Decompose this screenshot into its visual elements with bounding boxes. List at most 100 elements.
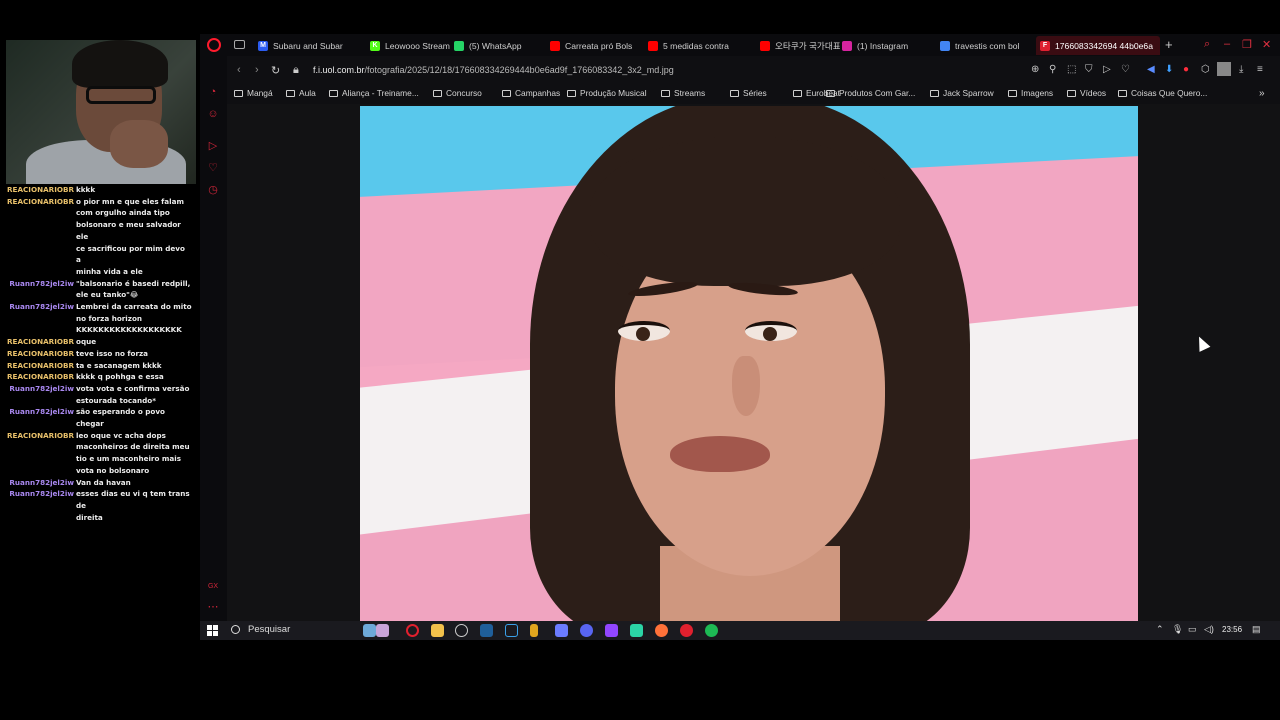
tab-bar: M Subaru and Subar K Leowooo Stream (5) What… xyxy=(200,34,1280,56)
zoom-icon[interactable]: ⊕ xyxy=(1031,64,1039,75)
minimize-button[interactable]: – xyxy=(1224,38,1230,50)
browser-tab[interactable]: travestis com bol xyxy=(940,36,1030,55)
mic-icon[interactable]: 🎙︎ xyxy=(1172,624,1183,635)
browser-tab[interactable]: (5) WhatsApp xyxy=(454,36,534,55)
browser-tab[interactable]: (1) Instagram xyxy=(842,36,932,55)
taskbar-clock[interactable]: 23:56 xyxy=(1222,625,1242,634)
K-icon: K xyxy=(370,40,380,51)
browser-tab[interactable]: F 1766083342694 44b0e6a xyxy=(1036,36,1160,55)
chat-username: REACIONARIOBR xyxy=(7,430,74,440)
extensions-icon[interactable]: ⬡ xyxy=(1201,64,1210,75)
folder-icon xyxy=(567,89,576,97)
bookmark-folder[interactable]: Aula xyxy=(286,88,316,98)
chat-text: kkkk q pohhga e essa xyxy=(76,372,164,382)
chat-message: Ruann782jel2iw são esperando o povo chega… xyxy=(0,406,200,429)
history-icon[interactable]: ◷ xyxy=(207,184,219,196)
media-player-icon[interactable] xyxy=(455,624,468,637)
pin-icon[interactable]: ⚲ xyxy=(1049,64,1056,75)
folder-icon xyxy=(1118,89,1127,97)
reload-icon[interactable]: ↻ xyxy=(271,64,280,77)
tray-chevron-icon[interactable]: ⌃ xyxy=(1156,624,1164,635)
tab-islands-icon[interactable] xyxy=(234,40,245,49)
widgets-icon[interactable] xyxy=(363,624,376,637)
chat-message: REACIONARIOBR kkkk xyxy=(0,184,200,196)
opera-sidebar: ◔ ☺ ▷ ♡ ◷ GX ⋯ xyxy=(200,56,227,621)
folder-icon xyxy=(1008,89,1017,97)
bookmark-folder[interactable]: Mangá xyxy=(234,88,273,98)
bookmark-folder[interactable]: Imagens xyxy=(1008,88,1053,98)
notifications-icon[interactable]: ▤ xyxy=(1252,624,1261,635)
player-play-icon[interactable]: ▷ xyxy=(1103,64,1111,75)
maximize-button[interactable]: ❐ xyxy=(1242,38,1252,51)
start-button[interactable] xyxy=(207,625,218,636)
bookmark-folder[interactable]: Vídeos xyxy=(1067,88,1106,98)
back-icon[interactable]: ‹ xyxy=(237,64,241,76)
bookmark-folder[interactable]: Aliança - Treiname... xyxy=(329,88,419,98)
steam-icon[interactable] xyxy=(480,624,493,637)
aria-icon[interactable]: ◔ xyxy=(207,86,219,98)
snapshot-icon[interactable]: ⬚ xyxy=(1067,64,1076,75)
menu-icon[interactable]: ≡ xyxy=(1257,64,1263,75)
chat-message: Ruann782jel2iw esses dias eu vi q tem tra… xyxy=(0,488,200,523)
bookmark-folder[interactable]: Produção Musical xyxy=(567,88,647,98)
twitch-icon[interactable] xyxy=(605,624,618,637)
firefox-icon[interactable] xyxy=(655,624,668,637)
sidebar-more-icon[interactable]: ⋯ xyxy=(207,601,219,613)
app-red-icon[interactable] xyxy=(680,624,693,637)
bookmark-label: Produção Musical xyxy=(580,88,647,98)
taskbar-search[interactable]: Pesquisar xyxy=(231,624,290,635)
bookmark-folder[interactable]: Jack Sparrow xyxy=(930,88,994,98)
bookmark-folder[interactable]: Produtos Com Gar... xyxy=(826,88,915,98)
new-tab-button[interactable]: + xyxy=(1165,37,1173,52)
bookmark-folder[interactable]: Coisas Que Quero... xyxy=(1118,88,1207,98)
gx-icon[interactable]: GX xyxy=(207,581,219,593)
discord-icon[interactable] xyxy=(580,624,593,637)
profile-avatar[interactable] xyxy=(1217,62,1231,76)
volume-icon[interactable]: ◁) xyxy=(1204,624,1214,635)
vscode-icon[interactable] xyxy=(505,624,518,637)
bookmark-folder[interactable]: Concurso xyxy=(433,88,482,98)
app-green-icon[interactable] xyxy=(630,624,643,637)
browser-tab[interactable]: 오타쿠가 국가대표 xyxy=(760,36,840,55)
browser-tab[interactable]: K Leowooo Stream xyxy=(370,36,450,55)
bookmark-label: Imagens xyxy=(1021,88,1054,98)
spotify-icon[interactable] xyxy=(705,624,718,637)
shield-icon[interactable]: ⛉ xyxy=(1085,64,1093,75)
chat-username: Ruann782jel2iw xyxy=(9,477,74,487)
downloads-icon[interactable]: ⤓ xyxy=(1239,64,1243,75)
windows-taskbar: Pesquisar ⌃ 🎙︎ ▭ ◁) 23:56 ▤ xyxy=(200,621,1280,640)
browser-tab[interactable]: M Subaru and Subar xyxy=(258,36,343,55)
download-arrow-icon[interactable]: ⬇ xyxy=(1165,64,1173,75)
opera-taskbar-icon[interactable] xyxy=(406,624,419,637)
search-placeholder: Pesquisar xyxy=(248,624,291,635)
extension-red-icon[interactable]: ● xyxy=(1183,64,1189,75)
player-icon[interactable]: ▷ xyxy=(207,140,219,152)
bookmark-folder[interactable]: Campanhas xyxy=(502,88,560,98)
lock-icon: 🔒︎ xyxy=(293,64,299,76)
bookmark-label: Mangá xyxy=(247,88,273,98)
browser-tab[interactable]: Carreata pró Bols xyxy=(550,36,640,55)
app-blue-icon[interactable] xyxy=(555,624,568,637)
browser-tab[interactable]: 5 medidas contra xyxy=(648,36,738,55)
network-icon[interactable]: ▭ xyxy=(1188,624,1197,635)
opera-logo-icon[interactable] xyxy=(207,38,221,52)
search-tabs-icon[interactable]: ⌕ xyxy=(1204,38,1210,51)
file-explorer-icon[interactable] xyxy=(431,624,444,637)
favorites-icon[interactable]: ♡ xyxy=(207,162,219,174)
audio-icon[interactable]: ◀ xyxy=(1147,64,1155,75)
bookmarks-overflow-icon[interactable]: » xyxy=(1259,88,1265,99)
heart-icon[interactable]: ♡ xyxy=(1121,64,1130,75)
close-button[interactable]: ✕ xyxy=(1262,38,1271,51)
url-field[interactable]: f.i.uol.com.br/fotografia/2025/12/18/176… xyxy=(313,65,674,75)
search-highlight-icon[interactable] xyxy=(376,624,389,637)
youtube-icon xyxy=(550,40,560,51)
bookmark-folder[interactable]: Séries xyxy=(730,88,767,98)
forward-icon[interactable]: › xyxy=(255,64,259,76)
app-yellow-icon[interactable] xyxy=(530,624,538,637)
bookmark-label: Séries xyxy=(743,88,767,98)
ai-bot-icon[interactable]: ☺ xyxy=(207,108,219,120)
chat-text: esses dias eu vi q tem trans de direita xyxy=(76,489,190,522)
bookmark-label: Jack Sparrow xyxy=(943,88,994,98)
bookmarks-bar: » Mangá Aula Aliança - Treiname... Concurso… xyxy=(227,86,1280,102)
bookmark-folder[interactable]: Streams xyxy=(661,88,705,98)
